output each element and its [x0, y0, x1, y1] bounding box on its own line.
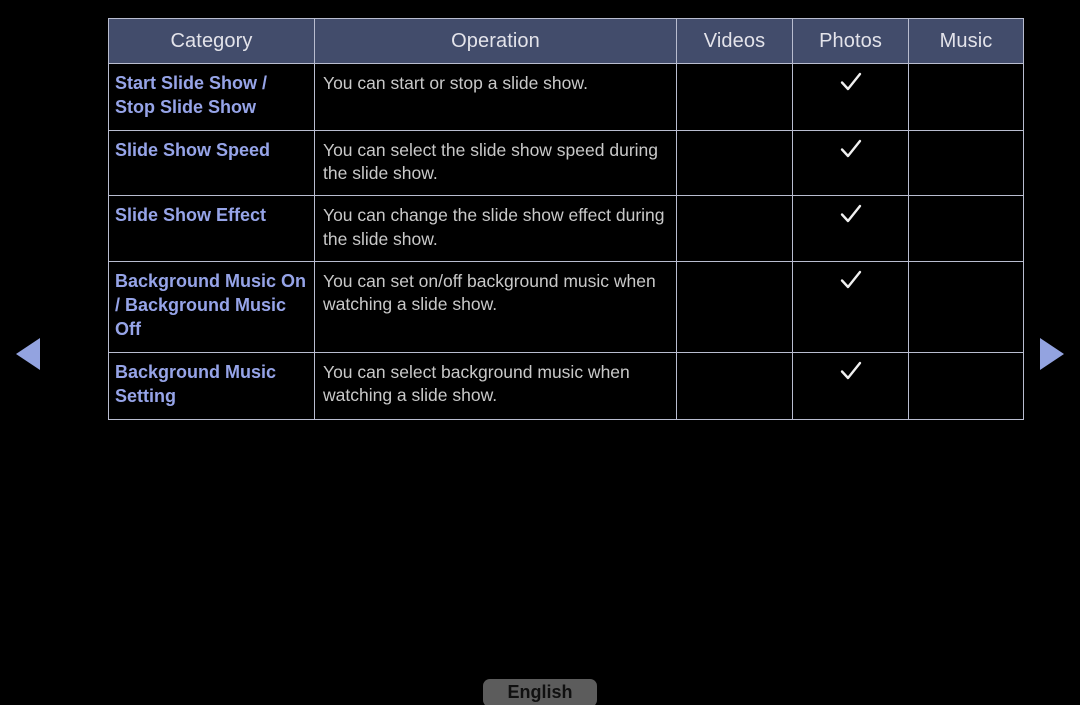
column-header-operation: Operation: [314, 18, 677, 64]
cell-operation: You can select background music when wat…: [314, 351, 677, 420]
cell-operation: You can select the slide show speed duri…: [314, 129, 677, 197]
cell-music: [908, 63, 1024, 131]
column-header-photos: Photos: [792, 18, 909, 64]
table-body: Start Slide Show / Stop Slide Show You c…: [108, 63, 1024, 420]
cell-operation: You can change the slide show effect dur…: [314, 195, 677, 262]
cell-photos: [792, 351, 909, 420]
language-button[interactable]: English: [483, 679, 597, 705]
checkmark-icon: [838, 201, 864, 227]
checkmark-icon: [838, 136, 864, 162]
cell-music: [908, 195, 1024, 262]
cell-photos: [792, 195, 909, 262]
checkmark-icon: [838, 267, 864, 293]
cell-operation: You can start or stop a slide show.: [314, 63, 677, 131]
cell-videos: [676, 63, 793, 131]
cell-photos: [792, 129, 909, 197]
cell-music: [908, 129, 1024, 197]
cell-videos: [676, 195, 793, 262]
operations-table-container: Category Operation Videos Photos Music S…: [108, 18, 1024, 420]
table-row: Background Music On / Background Music O…: [108, 260, 1024, 353]
column-header-music: Music: [908, 18, 1024, 64]
cell-photos: [792, 63, 909, 131]
cell-videos: [676, 351, 793, 420]
table-header-row: Category Operation Videos Photos Music: [108, 18, 1024, 64]
operations-table: Category Operation Videos Photos Music S…: [108, 18, 1024, 420]
cell-videos: [676, 129, 793, 197]
column-header-category: Category: [108, 18, 315, 64]
checkmark-icon: [838, 358, 864, 384]
cell-photos: [792, 260, 909, 353]
next-page-arrow-icon[interactable]: [1040, 338, 1064, 370]
previous-page-arrow-icon[interactable]: [16, 338, 40, 370]
column-header-videos: Videos: [676, 18, 793, 64]
cell-operation: You can set on/off background music when…: [314, 260, 677, 353]
checkmark-icon: [838, 69, 864, 95]
cell-category: Start Slide Show / Stop Slide Show: [108, 63, 315, 131]
cell-category: Background Music Setting: [108, 351, 315, 420]
table-row: Start Slide Show / Stop Slide Show You c…: [108, 63, 1024, 131]
cell-music: [908, 260, 1024, 353]
table-row: Slide Show Effect You can change the sli…: [108, 195, 1024, 262]
cell-category: Slide Show Speed: [108, 129, 315, 197]
table-row: Background Music Setting You can select …: [108, 351, 1024, 420]
cell-music: [908, 351, 1024, 420]
cell-category: Slide Show Effect: [108, 195, 315, 262]
table-header: Category Operation Videos Photos Music: [108, 18, 1024, 64]
cell-category: Background Music On / Background Music O…: [108, 260, 315, 353]
table-row: Slide Show Speed You can select the slid…: [108, 129, 1024, 197]
cell-videos: [676, 260, 793, 353]
